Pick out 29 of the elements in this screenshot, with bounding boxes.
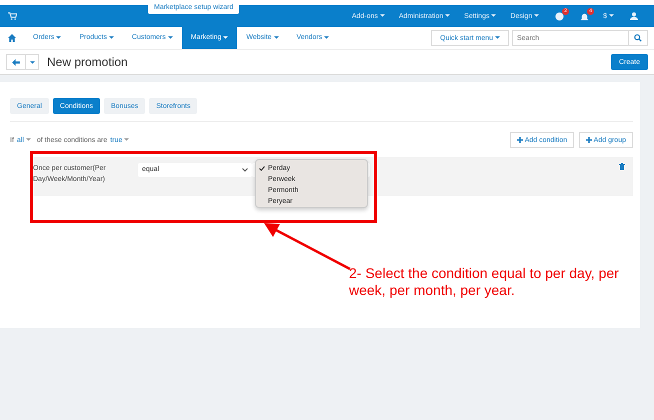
- bell-icon[interactable]: [580, 12, 590, 20]
- caret-icon: [445, 14, 450, 18]
- caret-icon: [168, 36, 173, 39]
- caret-icon: [495, 36, 500, 40]
- cart-icon[interactable]: [8, 12, 17, 20]
- plus-icon: [586, 136, 592, 143]
- page-title: New promotion: [47, 55, 128, 69]
- chevron-icon: [242, 168, 248, 172]
- caret-icon: [609, 14, 614, 18]
- caret-icon: [380, 14, 385, 18]
- back-button[interactable]: [6, 54, 26, 70]
- caret-icon: [108, 36, 114, 39]
- back-arrow-icon: [12, 58, 20, 66]
- search-icon[interactable]: [634, 34, 642, 42]
- caret-icon: [223, 36, 228, 39]
- caret-icon: [56, 36, 62, 39]
- caret-icon: [26, 138, 31, 142]
- caret-icon: [491, 14, 496, 18]
- caret-button[interactable]: [26, 54, 39, 70]
- trash-icon[interactable]: [619, 163, 625, 170]
- home-icon[interactable]: [8, 34, 16, 42]
- caret-icon: [534, 14, 540, 18]
- annotation-text: 2- Select the condition equal to per day, per week, per month, per year.: [349, 265, 620, 299]
- caret-icon: [324, 36, 330, 39]
- caret-icon: [124, 138, 130, 142]
- user-icon[interactable]: [630, 12, 638, 20]
- caret-icon: [274, 36, 279, 39]
- caret-icon: [30, 60, 34, 64]
- plus-icon: [517, 136, 524, 143]
